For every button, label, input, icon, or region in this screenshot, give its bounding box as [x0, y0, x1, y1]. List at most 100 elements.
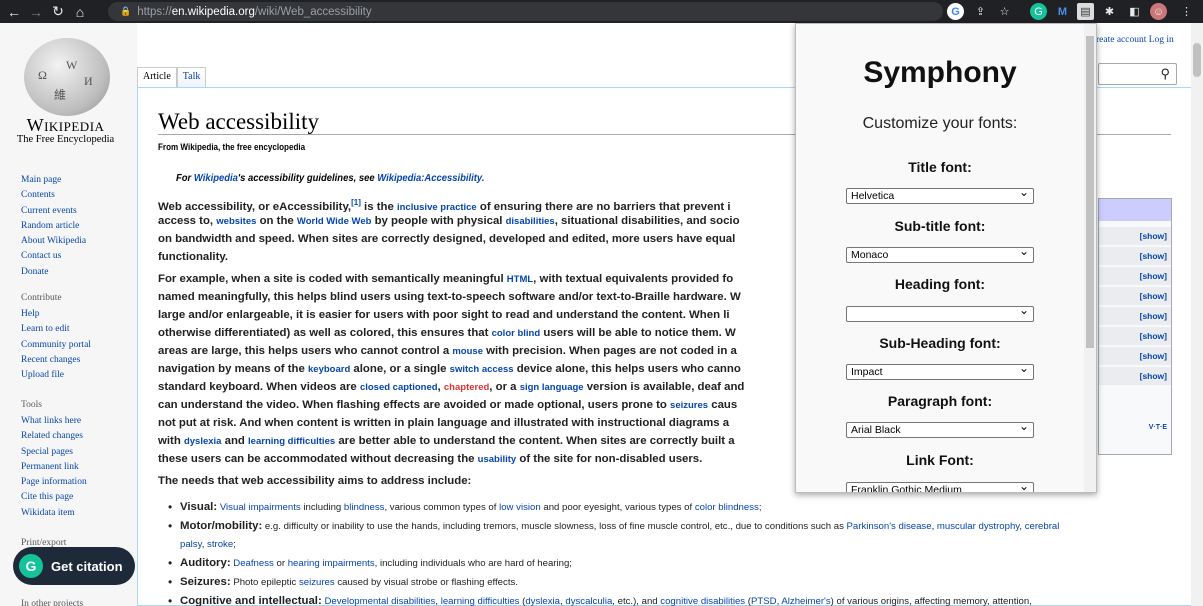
- search-icon[interactable]: ⚲: [1160, 66, 1170, 81]
- navbox-show-toggle[interactable]: [show]: [1099, 247, 1171, 265]
- nav-link[interactable]: Current events: [21, 204, 86, 219]
- page-scrollbar-thumb[interactable]: [1193, 43, 1201, 77]
- navbox-show-toggle[interactable]: [show]: [1099, 347, 1171, 365]
- navbox-show-toggle[interactable]: [show]: [1099, 307, 1171, 325]
- lock-icon: 🔒: [120, 6, 132, 16]
- list-item: palsy, stroke;: [168, 536, 1178, 554]
- title-font-select[interactable]: Helvetica: [846, 185, 1034, 204]
- browser-toolbar: ← → ↻ ⌂ 🔒 https://en.wikipedia.org/wiki/…: [0, 0, 1203, 23]
- contribute-portal: Contribute Help Learn to edit Community …: [21, 291, 91, 383]
- wikipedia-wordmark: Wikipedia: [26, 115, 105, 135]
- symphony-extension-icon[interactable]: ▤: [1077, 3, 1094, 20]
- hatnote-link[interactable]: Wikipedia: [194, 172, 238, 184]
- extension-m-icon[interactable]: M: [1054, 3, 1071, 20]
- link-font-select[interactable]: Franklin Gothic Medium: [846, 479, 1034, 492]
- bookmark-star-icon[interactable]: ☆: [996, 3, 1013, 20]
- contribute-link[interactable]: Help: [21, 307, 91, 322]
- popup-title: Symphony: [863, 56, 1017, 89]
- nav-link[interactable]: Contact us: [21, 249, 86, 264]
- search-input[interactable]: ⚲: [1098, 63, 1177, 85]
- back-icon[interactable]: ←: [6, 4, 22, 20]
- contribute-link[interactable]: Recent changes: [21, 353, 91, 368]
- subheading-font-label: Sub-Heading font:: [879, 335, 1001, 351]
- list-item: Visual: Visual impairments including bli…: [168, 498, 1178, 517]
- nav-link[interactable]: Contents: [21, 188, 86, 203]
- list-item: Cognitive and intellectual: Developmenta…: [168, 592, 1178, 606]
- hatnote-text: 's accessibility guidelines, see: [237, 172, 378, 184]
- navigation-portal: Main page Contents Current events Random…: [21, 173, 86, 280]
- tools-link[interactable]: Cite this page: [21, 490, 87, 505]
- navbox-show-toggle[interactable]: [show]: [1099, 227, 1171, 245]
- page-title: Web accessibility: [158, 109, 320, 134]
- navbox-vte[interactable]: V·T·E: [1149, 424, 1167, 431]
- reload-icon[interactable]: ↻: [50, 3, 66, 20]
- paragraph-font-select[interactable]: Arial Black: [846, 419, 1034, 438]
- menu-kebab-icon[interactable]: ⋮: [1178, 3, 1195, 20]
- tools-link[interactable]: Special pages: [21, 445, 87, 460]
- contribute-link[interactable]: Upload file: [21, 368, 91, 383]
- title-font-label: Title font:: [908, 159, 972, 175]
- tools-link[interactable]: Permanent link: [21, 460, 87, 475]
- popup-scrollbar-thumb[interactable]: [1086, 36, 1094, 348]
- tools-portal: Tools What links here Related changes Sp…: [21, 398, 87, 521]
- tab-article[interactable]: Article: [137, 67, 177, 88]
- nav-link[interactable]: Main page: [21, 173, 86, 188]
- contribute-heading: Contribute: [21, 293, 62, 303]
- navbox-show-toggle[interactable]: [show]: [1099, 287, 1171, 305]
- navbox-show-toggle[interactable]: [show]: [1099, 367, 1171, 385]
- grammarly-logo-icon: G: [19, 554, 43, 578]
- subtitle-font-label: Sub-title font:: [894, 218, 986, 234]
- other-projects-heading: In other projects: [21, 599, 84, 606]
- get-citation-button[interactable]: G Get citation: [13, 547, 135, 585]
- url-host: en.wikipedia.org: [171, 5, 255, 18]
- url-path: /wiki/Web_accessibility: [254, 5, 372, 18]
- extensions-puzzle-icon[interactable]: ✱: [1101, 3, 1118, 20]
- heading-font-label: Heading font:: [894, 276, 986, 292]
- hatnote: For Wikipedia's accessibility guidelines…: [176, 172, 484, 184]
- navbox-header: [1099, 199, 1171, 221]
- popup-scrollbar[interactable]: [1084, 24, 1096, 492]
- paragraph-font-label: Paragraph font:: [887, 393, 993, 409]
- share-icon[interactable]: ⇪: [972, 3, 989, 20]
- heading-font-select[interactable]: [846, 303, 1034, 322]
- page-tabs: Article Talk: [137, 67, 207, 88]
- list-item: Auditory: Deafness or hearing impairment…: [168, 554, 1178, 573]
- tools-link[interactable]: Page information: [21, 475, 87, 490]
- subheading-font-select[interactable]: Impact: [846, 361, 1034, 380]
- tools-link[interactable]: Related changes: [21, 429, 87, 444]
- tools-link[interactable]: What links here: [21, 414, 87, 429]
- address-bar[interactable]: 🔒 https://en.wikipedia.org/wiki/Web_acce…: [108, 2, 943, 21]
- sidebar: ΩWИ維 Wikipedia The Free Encyclopedia Mai…: [0, 23, 137, 606]
- link-font-label: Link Font:: [906, 452, 974, 468]
- grammarly-icon[interactable]: G: [1030, 3, 1047, 20]
- google-icon[interactable]: G: [947, 3, 964, 20]
- navbox-show-toggle[interactable]: [show]: [1099, 267, 1171, 285]
- get-citation-label: Get citation: [51, 558, 123, 574]
- nav-link[interactable]: Random article: [21, 219, 86, 234]
- tools-link[interactable]: Wikidata item: [21, 506, 87, 521]
- site-sub: From Wikipedia, the free encyclopedia: [158, 142, 306, 153]
- contribute-link[interactable]: Learn to edit: [21, 322, 91, 337]
- wikipedia-globe-logo[interactable]: ΩWИ維: [24, 38, 110, 116]
- popup-subtitle: Customize your fonts:: [862, 115, 1018, 132]
- nav-link[interactable]: About Wikipedia: [21, 234, 86, 249]
- url-scheme: https://: [137, 5, 172, 18]
- home-icon[interactable]: ⌂: [72, 4, 88, 20]
- tab-talk[interactable]: Talk: [176, 67, 207, 88]
- contribute-link[interactable]: Community portal: [21, 338, 91, 353]
- subtitle-font-select[interactable]: Monaco: [846, 244, 1034, 263]
- wikipedia-tagline: The Free Encyclopedia: [16, 134, 115, 145]
- hatnote-link[interactable]: Wikipedia:Accessibility.: [377, 172, 484, 184]
- profile-avatar[interactable]: ☺: [1150, 3, 1167, 20]
- nav-link[interactable]: Donate: [21, 265, 86, 280]
- navbox-show-toggle[interactable]: [show]: [1099, 327, 1171, 345]
- personal-links[interactable]: reate account Log in: [1096, 35, 1174, 45]
- other-projects-portal: In other projects: [21, 597, 83, 606]
- side-panel-icon[interactable]: ◧: [1126, 3, 1143, 20]
- tools-heading: Tools: [21, 400, 42, 410]
- needs-list: Visual: Visual impairments including bli…: [168, 498, 1178, 606]
- forward-icon[interactable]: →: [28, 4, 44, 20]
- page-scrollbar[interactable]: [1191, 23, 1203, 606]
- hatnote-text: For: [176, 172, 194, 184]
- sidebar-navbox: [show] [show] [show] [show] [show] [show…: [1098, 198, 1172, 455]
